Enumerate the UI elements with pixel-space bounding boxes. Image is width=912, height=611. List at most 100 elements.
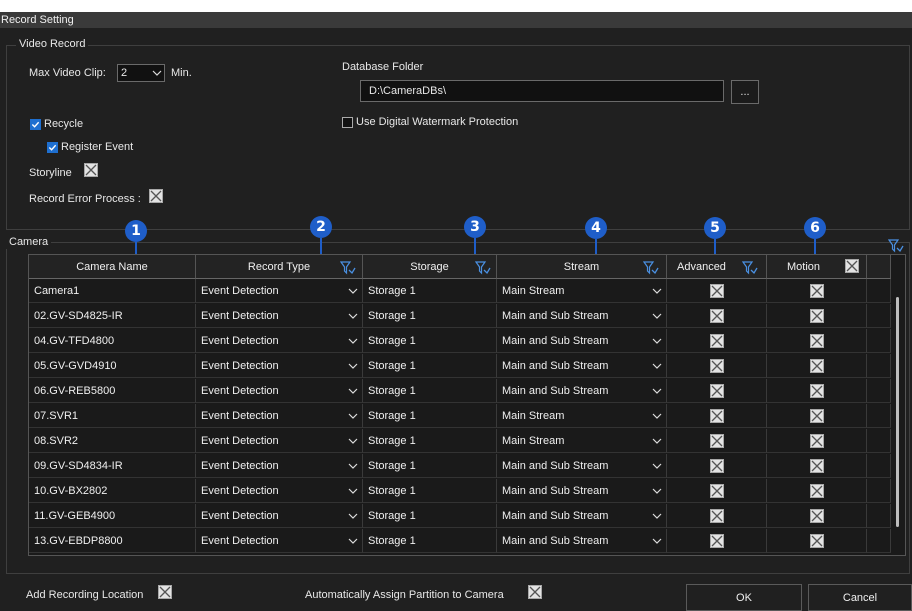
cell-stream[interactable]: Main and Sub Stream bbox=[497, 504, 667, 528]
cell-name: 06.GV-REB5800 bbox=[29, 379, 196, 403]
recycle-checkbox[interactable] bbox=[30, 119, 41, 130]
motion-broken-image-icon[interactable] bbox=[810, 334, 824, 348]
advanced-broken-image-icon[interactable] bbox=[710, 409, 724, 423]
add-location-broken-image-icon[interactable] bbox=[158, 585, 172, 599]
watermark-checkbox[interactable] bbox=[342, 117, 353, 128]
advanced-broken-image-icon[interactable] bbox=[710, 459, 724, 473]
sort-filter-icon[interactable] bbox=[887, 239, 904, 253]
motion-broken-image-icon[interactable] bbox=[845, 259, 859, 273]
cell-text: 05.GV-GVD4910 bbox=[34, 360, 117, 372]
advanced-broken-image-icon[interactable] bbox=[710, 384, 724, 398]
column-header-storage[interactable]: Storage bbox=[363, 255, 497, 279]
auto-assign-label: Automatically Assign Partition to Camera bbox=[305, 589, 504, 601]
cell-record-type[interactable]: Event Detection bbox=[196, 379, 363, 403]
motion-broken-image-icon[interactable] bbox=[810, 384, 824, 398]
cell-motion[interactable] bbox=[767, 279, 867, 303]
motion-broken-image-icon[interactable] bbox=[810, 484, 824, 498]
sort-filter-icon[interactable] bbox=[339, 260, 356, 275]
cell-advanced[interactable] bbox=[667, 479, 767, 503]
cell-motion[interactable] bbox=[767, 454, 867, 478]
cell-text: Storage 1 bbox=[368, 535, 416, 547]
cell-record-type[interactable]: Event Detection bbox=[196, 454, 363, 478]
cell-advanced[interactable] bbox=[667, 329, 767, 353]
cell-advanced[interactable] bbox=[667, 304, 767, 328]
cell-stream[interactable]: Main and Sub Stream bbox=[497, 479, 667, 503]
motion-broken-image-icon[interactable] bbox=[810, 534, 824, 548]
cell-motion[interactable] bbox=[767, 429, 867, 453]
cell-text: Storage 1 bbox=[368, 410, 416, 422]
cell-motion[interactable] bbox=[767, 354, 867, 378]
cell-text: Storage 1 bbox=[368, 485, 416, 497]
advanced-broken-image-icon[interactable] bbox=[710, 359, 724, 373]
cell-record-type[interactable]: Event Detection bbox=[196, 354, 363, 378]
cell-motion[interactable] bbox=[767, 404, 867, 428]
motion-broken-image-icon[interactable] bbox=[810, 409, 824, 423]
motion-broken-image-icon[interactable] bbox=[810, 459, 824, 473]
cell-advanced[interactable] bbox=[667, 279, 767, 303]
record-error-broken-image-icon[interactable] bbox=[149, 189, 163, 203]
cell-stream[interactable]: Main and Sub Stream bbox=[497, 454, 667, 478]
advanced-broken-image-icon[interactable] bbox=[710, 284, 724, 298]
ok-button[interactable]: OK bbox=[686, 584, 802, 611]
vertical-scrollbar[interactable] bbox=[891, 279, 905, 555]
cell-record-type[interactable]: Event Detection bbox=[196, 329, 363, 353]
browse-folder-button[interactable]: ... bbox=[731, 80, 759, 104]
cell-storage: Storage 1 bbox=[363, 479, 497, 503]
cell-advanced[interactable] bbox=[667, 504, 767, 528]
cell-advanced[interactable] bbox=[667, 404, 767, 428]
marker-1: 1 bbox=[125, 220, 147, 242]
cell-stream[interactable]: Main Stream bbox=[497, 404, 667, 428]
advanced-broken-image-icon[interactable] bbox=[710, 484, 724, 498]
auto-assign-broken-image-icon[interactable] bbox=[528, 585, 542, 599]
cell-record-type[interactable]: Event Detection bbox=[196, 529, 363, 553]
cell-record-type[interactable]: Event Detection bbox=[196, 404, 363, 428]
motion-broken-image-icon[interactable] bbox=[810, 284, 824, 298]
advanced-broken-image-icon[interactable] bbox=[710, 309, 724, 323]
advanced-broken-image-icon[interactable] bbox=[710, 434, 724, 448]
cell-advanced[interactable] bbox=[667, 354, 767, 378]
column-header-motion[interactable]: Motion bbox=[767, 255, 867, 279]
motion-broken-image-icon[interactable] bbox=[810, 509, 824, 523]
cell-advanced[interactable] bbox=[667, 379, 767, 403]
cell-stream[interactable]: Main and Sub Stream bbox=[497, 379, 667, 403]
sort-filter-icon[interactable] bbox=[642, 260, 659, 275]
cell-record-type[interactable]: Event Detection bbox=[196, 479, 363, 503]
cell-advanced[interactable] bbox=[667, 454, 767, 478]
motion-broken-image-icon[interactable] bbox=[810, 359, 824, 373]
cell-motion[interactable] bbox=[767, 479, 867, 503]
column-header-record-type[interactable]: Record Type bbox=[196, 255, 363, 279]
column-header-advanced[interactable]: Advanced bbox=[667, 255, 767, 279]
cell-motion[interactable] bbox=[767, 304, 867, 328]
cell-stream[interactable]: Main and Sub Stream bbox=[497, 304, 667, 328]
max-video-clip-select[interactable]: 2 bbox=[117, 64, 165, 82]
sort-filter-icon[interactable] bbox=[741, 260, 758, 275]
cell-stream[interactable]: Main and Sub Stream bbox=[497, 529, 667, 553]
cell-record-type[interactable]: Event Detection bbox=[196, 279, 363, 303]
cell-record-type[interactable]: Event Detection bbox=[196, 429, 363, 453]
sort-filter-icon[interactable] bbox=[474, 260, 491, 275]
storyline-broken-image-icon[interactable] bbox=[84, 163, 98, 177]
cell-motion[interactable] bbox=[767, 329, 867, 353]
scrollbar-thumb[interactable] bbox=[896, 297, 899, 527]
register-event-checkbox[interactable] bbox=[47, 142, 58, 153]
database-folder-input[interactable]: D:\CameraDBs\ bbox=[360, 80, 724, 102]
motion-broken-image-icon[interactable] bbox=[810, 309, 824, 323]
cell-motion[interactable] bbox=[767, 379, 867, 403]
cell-stream[interactable]: Main Stream bbox=[497, 279, 667, 303]
cell-stream[interactable]: Main Stream bbox=[497, 429, 667, 453]
cell-stream[interactable]: Main and Sub Stream bbox=[497, 329, 667, 353]
cell-record-type[interactable]: Event Detection bbox=[196, 304, 363, 328]
cell-record-type[interactable]: Event Detection bbox=[196, 504, 363, 528]
cell-advanced[interactable] bbox=[667, 429, 767, 453]
cancel-button[interactable]: Cancel bbox=[808, 584, 912, 611]
motion-broken-image-icon[interactable] bbox=[810, 434, 824, 448]
advanced-broken-image-icon[interactable] bbox=[710, 534, 724, 548]
advanced-broken-image-icon[interactable] bbox=[710, 334, 724, 348]
cell-motion[interactable] bbox=[767, 529, 867, 553]
column-header-stream[interactable]: Stream bbox=[497, 255, 667, 279]
cell-stream[interactable]: Main and Sub Stream bbox=[497, 354, 667, 378]
cell-advanced[interactable] bbox=[667, 529, 767, 553]
advanced-broken-image-icon[interactable] bbox=[710, 509, 724, 523]
cell-motion[interactable] bbox=[767, 504, 867, 528]
column-header-camera-name[interactable]: Camera Name bbox=[29, 255, 196, 279]
